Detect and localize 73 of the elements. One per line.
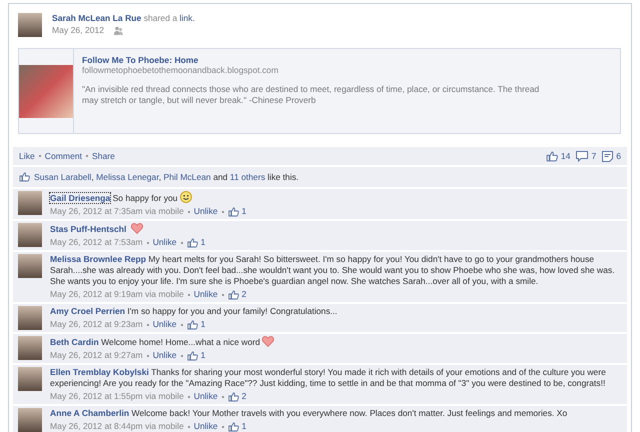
thumbs-up-icon — [19, 172, 30, 182]
likes-sentence: Susan Larabell, Melissa Lenegar, Phil McLean and 11 others like this. — [34, 172, 299, 182]
avatar-photo — [18, 336, 42, 360]
commenter-link[interactable]: Stas Puff-Hentschl — [50, 224, 126, 234]
unlike-link[interactable]: Unlike — [194, 289, 218, 300]
like-count[interactable]: 1 — [242, 206, 246, 217]
thumbs-up-icon — [546, 150, 558, 162]
commenter-link[interactable]: Gail Driesenga — [50, 193, 110, 203]
commenter-link[interactable]: Ellen Tremblay Kobylski — [50, 367, 149, 377]
author-link[interactable]: Sarah McLean La Rue — [52, 13, 142, 23]
preview-url: followmetophoebetothemoonandback.blogspot.com — [82, 65, 280, 75]
liker-link[interactable]: Susan Larabell — [34, 172, 92, 182]
commenter-link[interactable]: Beth Cardin — [50, 337, 99, 347]
thumbs-up-icon — [186, 238, 198, 248]
thumbs-up-icon — [228, 392, 239, 402]
avatar-photo — [18, 306, 42, 330]
others-link[interactable]: 11 others — [230, 172, 266, 182]
comment-time: May 26, 2012 at 9:23am — [50, 319, 143, 330]
count-label[interactable]: 7 — [591, 151, 596, 161]
unlike-link[interactable]: Unlike — [152, 237, 177, 248]
like-count[interactable]: 2 — [242, 391, 246, 402]
like-count[interactable]: 1 — [200, 350, 206, 361]
comment-text: Anne A Chamberlin Welcome back! Your Mother travels with you everywhere now. Places don't matter. Just feelings and memories. Xo — [50, 408, 568, 419]
comment-text: Amy Croel Perrien I'm so happy for you and your family! Congratulations... — [50, 306, 338, 317]
comment-time: May 26, 2012 at 7:35am via mobile — [50, 206, 184, 217]
like-count[interactable]: 2 — [242, 289, 246, 300]
action-link[interactable]: Comment — [44, 151, 82, 161]
avatar-photo — [18, 367, 42, 391]
action-link[interactable]: Like — [19, 151, 35, 161]
action-link[interactable]: Share — [92, 151, 115, 161]
preview-quote: "An invisible red thread connects those who are destined to meet, regardless of time, place, or circumstance. The thread may stretch or tangle, but will never break." -Chinese Proverb — [82, 84, 540, 106]
unlike-link[interactable]: Unlike — [152, 350, 177, 361]
count-label[interactable]: 14 — [560, 151, 570, 161]
avatar-photo — [18, 13, 42, 37]
commenter-link[interactable]: Melissa Brownlee Repp — [50, 254, 146, 264]
comment-time: May 26, 2012 at 7:53am — [50, 237, 143, 248]
liker-link[interactable]: Melissa Lenegar — [96, 172, 159, 182]
document-icon — [602, 150, 614, 162]
preview-title[interactable]: Follow Me To Phoebe: Home — [82, 55, 542, 65]
comment-text: Ellen Tremblay Kobylski Thanks for sharing your most wonderful story! You made it rich with details of your emotions and of the culture you were experiencing! Are you ready for the "Amazing Race"?? Just kidding, time to settle in and be that momma of "3" you were destined to be, congrats!! — [50, 367, 607, 389]
avatar-photo — [18, 254, 42, 278]
unlike-link[interactable]: Unlike — [194, 206, 218, 217]
comment-text: Beth Cardin Welcome home! Home...what a nice word — [50, 336, 621, 348]
speech-bubble-icon — [576, 150, 588, 162]
like-count[interactable]: 1 — [200, 237, 206, 248]
avatar-photo — [18, 191, 42, 215]
post-header: Sarah McLean La Rue shared a link. — [52, 13, 195, 23]
thumbs-up-icon — [186, 320, 198, 330]
commenter-link[interactable]: Amy Croel Perrien — [50, 306, 125, 316]
unlike-link[interactable]: Unlike — [152, 319, 177, 330]
thumbs-up-icon — [186, 350, 198, 360]
comment-time: May 26, 2012 at 8:44pm via mobile — [50, 421, 184, 432]
comment-text: Melissa Brownlee Repp My heart melts for you Sarah! So bittersweet. I'm so happy for you! You didn't have to go to your grandmothers house Sarah....she was already with you. Don't feel bad...she wouldn't want you to. She would want you to show Phoebe who she was, how loved she was. She wants you to enjoy your life. I'm sure she is Phoebe's guardian angel now. She watches Sarah...over all of you, with a smile. — [50, 254, 616, 287]
thumbs-up-icon — [228, 290, 239, 300]
post-date: May 26, 2012 — [52, 25, 104, 35]
liker-link[interactable]: Phil McLean — [164, 172, 211, 182]
unlike-link[interactable]: Unlike — [194, 391, 218, 402]
like-count[interactable]: 1 — [200, 319, 206, 330]
count-label[interactable]: 6 — [616, 151, 621, 161]
comment-time: May 26, 2012 at 9:19am via mobile — [50, 289, 184, 300]
comment-time: May 26, 2012 at 9:27am — [50, 350, 143, 361]
avatar-photo — [18, 408, 42, 432]
like-count[interactable]: 1 — [242, 421, 246, 432]
avatar-photo — [18, 223, 42, 247]
thumbs-up-icon — [228, 422, 239, 432]
photo-placeholder — [19, 64, 73, 118]
commenter-link[interactable]: Anne A Chamberlin — [50, 408, 130, 418]
thumbs-up-icon — [228, 206, 239, 216]
comment-text: Gail Driesenga So happy for you — [50, 191, 621, 204]
link-link[interactable]: link. — [180, 13, 195, 23]
unlike-link[interactable]: Unlike — [194, 421, 218, 432]
people-icon — [114, 26, 124, 34]
comment-time: May 26, 2012 at 1:55pm via mobile — [50, 391, 184, 402]
